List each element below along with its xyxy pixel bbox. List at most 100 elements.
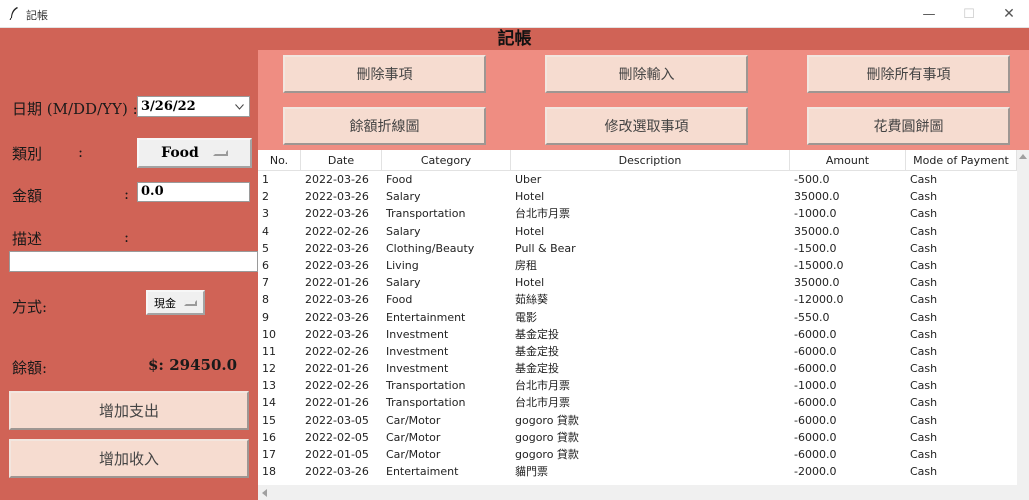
col-amount-cell: -6000.0 — [794, 448, 837, 461]
col-mode-of-payment-header[interactable]: Mode of Payment — [906, 150, 1017, 171]
col-category-cell: Transportation — [386, 207, 466, 221]
date-value: 3/26/22 — [141, 99, 196, 114]
delete-all-button[interactable]: 刪除所有事項 — [807, 55, 1010, 93]
col-mode-of-payment-cell: Cash — [910, 276, 938, 290]
description-colon: : — [124, 228, 130, 246]
col-amount-cell: -6000.0 — [794, 344, 837, 358]
col-no-cell: 17 — [262, 448, 276, 461]
add-expense-button[interactable]: 增加支出 — [9, 391, 249, 430]
edit-selected-button[interactable]: 修改選取事項 — [545, 107, 748, 145]
app-window: 記帳 日期 (M/DD/YY) : 3/26/22 類別 : Food 金額 :… — [0, 28, 1029, 500]
col-description-cell: gogoro 貸款 — [515, 413, 579, 427]
col-amount-cell: 35000.0 — [794, 224, 840, 238]
col-mode-of-payment-cell: Cash — [910, 258, 938, 272]
col-amount-cell: -6000.0 — [794, 413, 837, 427]
table-row[interactable]: 6 2022-03-26 Living 房租 -15000.0 Cash — [258, 257, 1017, 274]
col-no-cell: 15 — [262, 413, 276, 427]
col-description-cell: 台北市月票 — [515, 396, 570, 410]
col-date-cell: 2022-03-26 — [305, 190, 369, 204]
col-no-cell: 6 — [262, 258, 269, 272]
col-mode-of-payment-cell: Cash — [910, 379, 938, 393]
col-date-cell: 2022-02-26 — [305, 344, 369, 358]
col-amount-cell: -500.0 — [794, 173, 830, 186]
window-title-bar: 記帳 — ☐ ✕ — [0, 0, 1029, 28]
table-row[interactable]: 2 2022-03-26 Salary Hotel 35000.0 Cash — [258, 188, 1017, 205]
chevron-down-icon[interactable] — [235, 104, 244, 110]
amount-input[interactable]: 0.0 — [137, 182, 250, 202]
amount-value: 0.0 — [141, 184, 164, 199]
col-amount-header[interactable]: Amount — [790, 150, 906, 171]
records-table[interactable]: No. Date Category Description Amount Mode of … — [258, 150, 1017, 485]
col-no-cell: 3 — [262, 207, 269, 221]
date-picker[interactable]: 3/26/22 — [137, 96, 250, 117]
col-description-cell: 基金定投 — [515, 362, 559, 376]
col-date-cell: 2022-02-26 — [305, 379, 369, 393]
close-button[interactable]: ✕ — [986, 0, 1029, 28]
action-button-area: 刪除事項 刪除輸入 刪除所有事項 餘額折線圖 修改選取事項 花費圓餅圖 — [258, 50, 1029, 150]
col-amount-cell: -6000.0 — [794, 396, 837, 410]
col-category-cell: Entertainment — [386, 310, 466, 324]
col-amount-cell: -2000.0 — [794, 465, 837, 479]
table-row[interactable]: 7 2022-01-26 Salary Hotel 35000.0 Cash — [258, 274, 1017, 291]
add-income-button[interactable]: 增加收入 — [9, 439, 249, 478]
col-no-cell: 7 — [262, 276, 269, 290]
table-row[interactable]: 13 2022-02-26 Transportation 台北市月票 -1000.0 Ca… — [258, 377, 1017, 394]
col-mode-of-payment-cell: Cash — [910, 207, 938, 221]
delete-input-button[interactable]: 刪除輸入 — [545, 55, 748, 93]
col-category-header[interactable]: Category — [382, 150, 511, 171]
payment-method-select[interactable]: 現金 — [146, 290, 205, 315]
horizontal-scrollbar[interactable] — [258, 485, 1029, 500]
table-row[interactable]: 14 2022-01-26 Transportation 台北市月票 -6000.0 Ca… — [258, 394, 1017, 411]
table-row[interactable]: 15 2022-03-05 Car/Motor gogoro 貸款 -6000.0 Cas… — [258, 412, 1017, 429]
col-no-cell: 5 — [262, 241, 269, 255]
col-category-cell: Living — [386, 258, 419, 272]
col-mode-of-payment-cell: Cash — [910, 327, 938, 341]
col-no-cell: 14 — [262, 396, 276, 410]
col-mode-of-payment-cell: Cash — [910, 173, 938, 186]
col-description-header[interactable]: Description — [511, 150, 790, 171]
table-row[interactable]: 11 2022-02-26 Investment 基金定投 -6000.0 Cash — [258, 343, 1017, 360]
col-amount-cell: -6000.0 — [794, 362, 837, 376]
dropdown-indicator-icon — [212, 150, 228, 156]
col-date-header[interactable]: Date — [301, 150, 382, 171]
vertical-scrollbar[interactable] — [1017, 150, 1029, 485]
col-category-cell: Transportation — [386, 396, 466, 410]
col-mode-of-payment-cell: Cash — [910, 310, 938, 324]
col-date-cell: 2022-01-26 — [305, 396, 369, 410]
col-date-cell: 2022-03-26 — [305, 258, 369, 272]
feather-icon — [9, 7, 18, 20]
balance-line-chart-button[interactable]: 餘額折線圖 — [283, 107, 486, 145]
col-date-cell: 2022-02-05 — [305, 430, 369, 444]
table-row[interactable]: 9 2022-03-26 Entertainment 電影 -550.0 Cash — [258, 309, 1017, 326]
category-label: 類別 — [12, 145, 43, 163]
col-no-header[interactable]: No. — [258, 150, 301, 171]
category-select[interactable]: Food — [137, 138, 252, 168]
col-mode-of-payment-cell: Cash — [910, 224, 938, 238]
table-row[interactable]: 17 2022-01-05 Car/Motor gogoro 貸款 -6000.0 Cas… — [258, 446, 1017, 463]
col-category-cell: Transportation — [386, 379, 466, 393]
scroll-left-icon[interactable] — [262, 489, 267, 497]
table-row[interactable]: 1 2022-03-26 Food Uber -500.0 Cash — [258, 171, 1017, 188]
table-row[interactable]: 12 2022-01-26 Investment 基金定投 -6000.0 Cash — [258, 360, 1017, 377]
category-value: Food — [161, 145, 199, 161]
window-title: 記帳 — [26, 9, 48, 22]
expense-pie-chart-button[interactable]: 花費圓餅圖 — [807, 107, 1010, 145]
delete-item-button[interactable]: 刪除事項 — [283, 55, 486, 93]
table-row[interactable]: 16 2022-02-05 Car/Motor gogoro 貸款 -6000.0 Cas… — [258, 429, 1017, 446]
scroll-up-icon[interactable] — [1019, 154, 1027, 159]
table-row[interactable]: 18 2022-03-26 Entertaiment 貓門票 -2000.0 Cash — [258, 463, 1017, 480]
table-row[interactable]: 5 2022-03-26 Clothing/Beauty Pull & Bear -15… — [258, 240, 1017, 257]
col-category-cell: Investment — [386, 344, 449, 358]
amount-colon: : — [124, 185, 130, 203]
col-no-cell: 18 — [262, 465, 276, 479]
description-input[interactable] — [9, 251, 258, 272]
col-date-cell: 2022-03-26 — [305, 241, 369, 255]
col-category-cell: Investment — [386, 362, 449, 376]
table-row[interactable]: 8 2022-03-26 Food 茹絲葵 -12000.0 Cash — [258, 291, 1017, 308]
table-row[interactable]: 4 2022-02-26 Salary Hotel 35000.0 Cash — [258, 223, 1017, 240]
col-mode-of-payment-cell: Cash — [910, 448, 938, 461]
table-row[interactable]: 3 2022-03-26 Transportation 台北市月票 -1000.0 Cas… — [258, 205, 1017, 222]
col-date-cell: 2022-03-26 — [305, 327, 369, 341]
table-row[interactable]: 10 2022-03-26 Investment 基金定投 -6000.0 Cash — [258, 326, 1017, 343]
col-no-cell: 9 — [262, 310, 269, 324]
